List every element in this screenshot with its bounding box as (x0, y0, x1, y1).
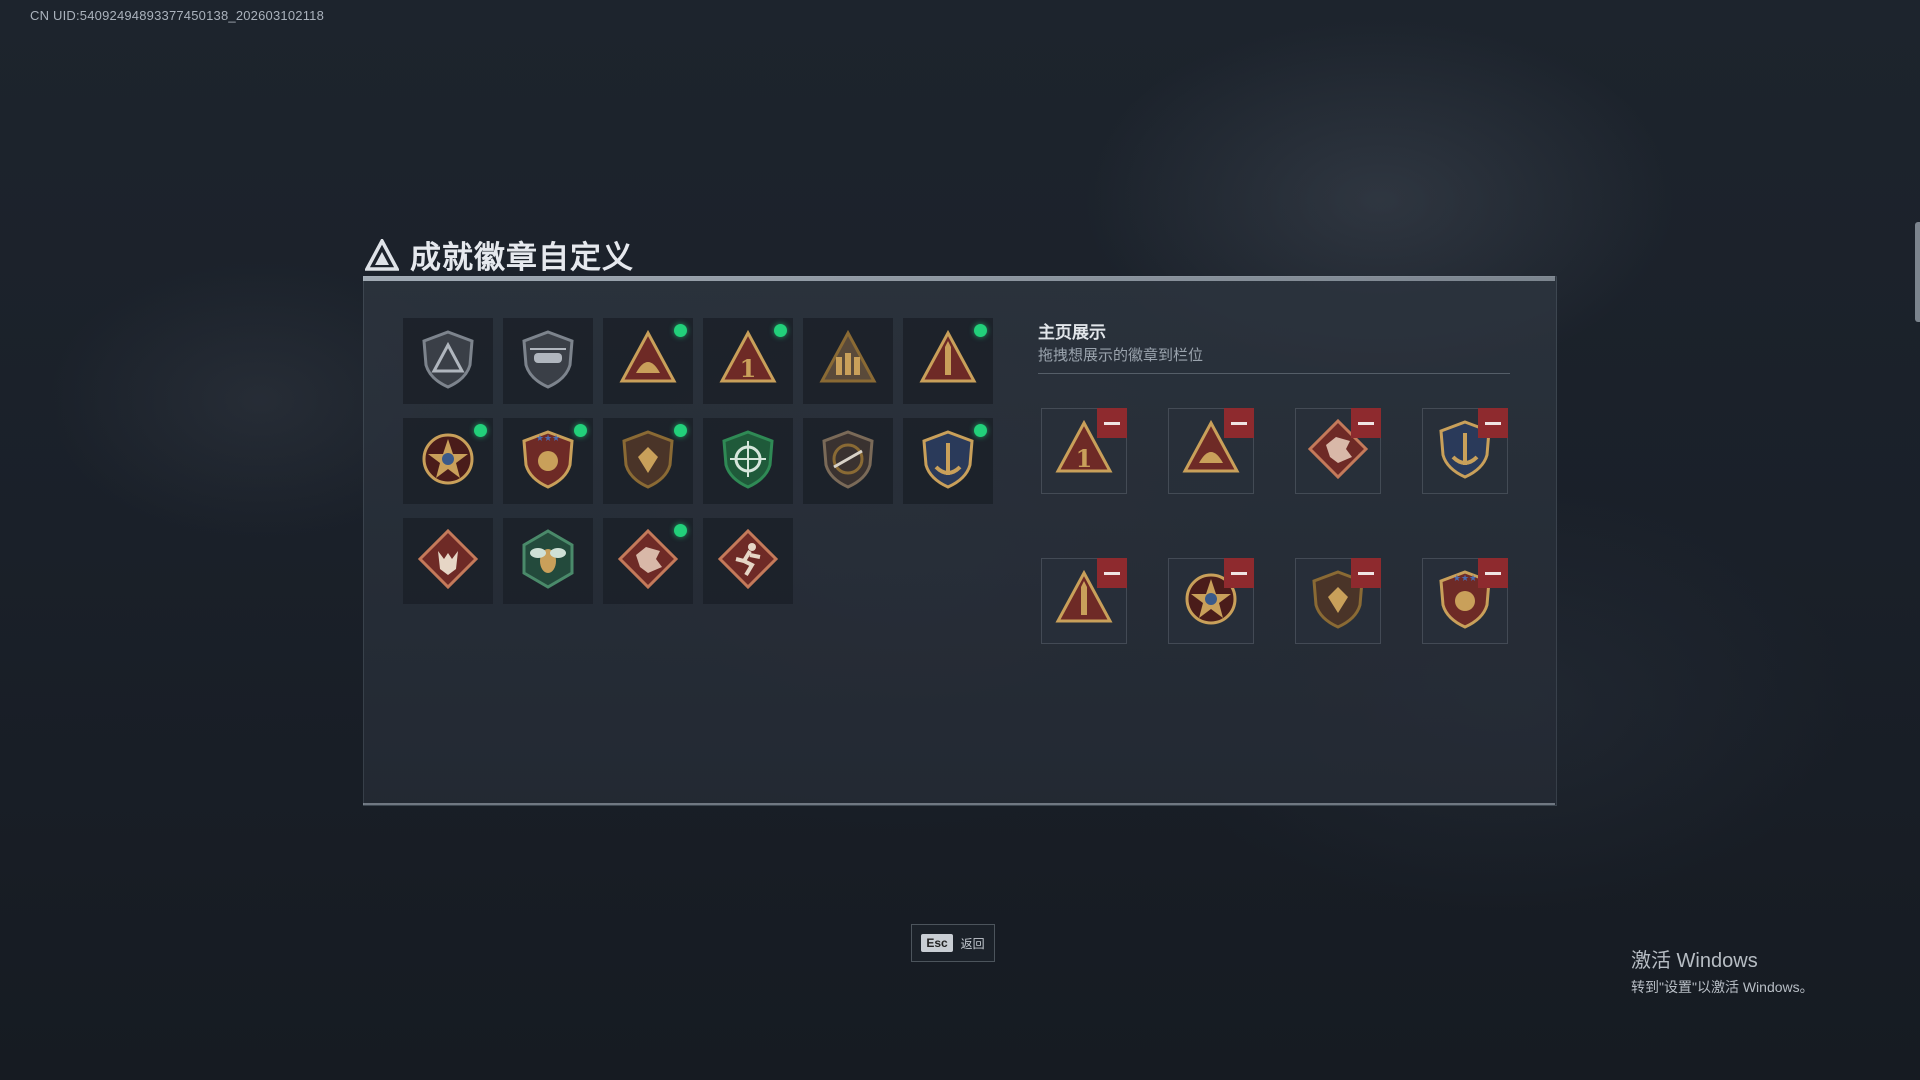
back-button[interactable]: Esc 返回 (911, 924, 995, 962)
triangle-missile-badge-icon (916, 327, 980, 396)
badge-slot[interactable] (503, 518, 593, 604)
showcase-slot[interactable] (1168, 408, 1254, 494)
watermark-subtitle: 转到"设置"以激活 Windows。 (1631, 979, 1814, 995)
back-label: 返回 (960, 936, 985, 951)
wasp-hexagon-badge-icon (516, 527, 580, 596)
esc-key-hint: Esc (921, 934, 953, 952)
minus-icon (1358, 421, 1374, 425)
showcase-slot[interactable] (1295, 558, 1381, 644)
windows-activation-watermark: 激活 Windows 转到"设置"以激活 Windows。 (1631, 944, 1814, 997)
remove-badge-button[interactable] (1097, 558, 1127, 588)
triangle-logo-icon (364, 237, 400, 273)
remove-badge-button[interactable] (1478, 408, 1508, 438)
triangle-soldiers-badge-icon (816, 327, 880, 396)
remove-badge-button[interactable] (1097, 408, 1127, 438)
equipped-indicator (974, 424, 987, 437)
minus-icon (1358, 571, 1374, 575)
badge-slot[interactable]: 1 (703, 318, 793, 404)
equipped-indicator (474, 424, 487, 437)
remove-badge-button[interactable] (1478, 558, 1508, 588)
triangle-helmet-badge-icon (616, 327, 680, 396)
minus-icon (1231, 421, 1247, 425)
badge-slot[interactable] (803, 318, 893, 404)
star-compass-badge-icon (416, 427, 480, 496)
rifle-shield-badge-icon (816, 427, 880, 496)
badge-slot[interactable] (603, 518, 693, 604)
minus-icon (1485, 571, 1501, 575)
wolf-diamond-badge-icon (416, 527, 480, 596)
helicopter-shield-badge-icon (516, 327, 580, 396)
gem-shield-badge-icon (616, 427, 680, 496)
showcase-slot[interactable] (1168, 558, 1254, 644)
equipped-indicator (974, 324, 987, 337)
stars-crest-badge-icon: ★★★ (516, 427, 580, 496)
watermark-title: 激活 Windows (1631, 950, 1758, 972)
badge-slot[interactable] (803, 418, 893, 504)
remove-badge-button[interactable] (1224, 558, 1254, 588)
showcase-slot[interactable] (1041, 558, 1127, 644)
triangle-number-one-badge-icon: 1 (716, 327, 780, 396)
minus-icon (1231, 571, 1247, 575)
badge-slot[interactable] (403, 318, 493, 404)
uid-label: CN UID:54092494893377450138_202603102118 (30, 8, 325, 23)
remove-badge-button[interactable] (1224, 408, 1254, 438)
minus-icon (1104, 571, 1120, 575)
runner-diamond-badge-icon (716, 527, 780, 596)
showcase-divider (1038, 373, 1510, 374)
panel-bottom-bar (363, 803, 1555, 805)
badge-slot[interactable] (903, 418, 993, 504)
badge-slot[interactable] (603, 418, 693, 504)
badge-slot[interactable] (903, 318, 993, 404)
badge-slot[interactable] (403, 418, 493, 504)
minus-icon (1485, 421, 1501, 425)
svg-text:1: 1 (740, 354, 757, 383)
badge-slot[interactable] (503, 318, 593, 404)
remove-badge-button[interactable] (1351, 558, 1381, 588)
equipped-indicator (674, 524, 687, 537)
equipped-indicator (574, 424, 587, 437)
edge-tab (1915, 222, 1920, 322)
svg-text:★★★: ★★★ (536, 434, 560, 444)
green-crosshair-shield-badge-icon (716, 427, 780, 496)
equipped-indicator (674, 324, 687, 337)
showcase-slot[interactable] (1295, 408, 1381, 494)
minus-icon (1104, 421, 1120, 425)
showcase-slot[interactable] (1422, 408, 1508, 494)
showcase-slot[interactable]: ★★★ (1422, 558, 1508, 644)
panel-top-bar (363, 276, 1555, 281)
showcase-slot[interactable]: 1 (1041, 408, 1127, 494)
showcase-subtitle: 拖拽想展示的徽章到栏位 (1038, 347, 1204, 364)
anchor-laurel-badge-icon (916, 427, 980, 496)
equipped-indicator (774, 324, 787, 337)
badge-slot[interactable] (703, 418, 793, 504)
remove-badge-button[interactable] (1351, 408, 1381, 438)
badge-slot[interactable] (603, 318, 693, 404)
badge-slot[interactable]: ★★★ (503, 418, 593, 504)
equipped-indicator (674, 424, 687, 437)
shield-triangle-badge-icon (416, 327, 480, 396)
page-title: 成就徽章自定义 (410, 240, 634, 275)
svg-text:★★★: ★★★ (1453, 574, 1477, 584)
showcase-title: 主页展示 (1038, 323, 1106, 342)
badge-slot[interactable] (703, 518, 793, 604)
page-header: 成就徽章自定义 (364, 232, 634, 277)
svg-text:1: 1 (1076, 444, 1093, 473)
dragon-diamond-badge-icon (616, 527, 680, 596)
badge-slot[interactable] (403, 518, 493, 604)
